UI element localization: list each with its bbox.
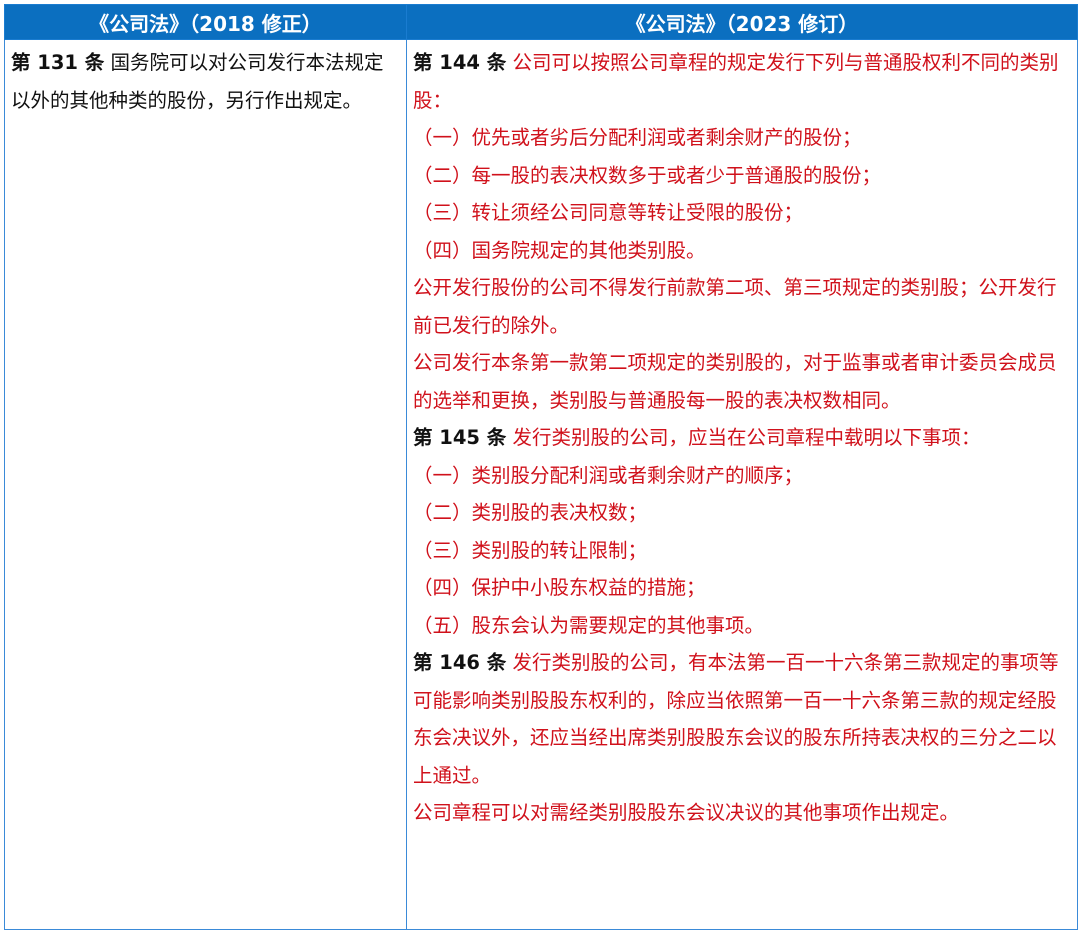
- article-144-item: （二）每一股的表决权数多于或者少于普通股的股份；: [413, 163, 882, 187]
- header-2023: 《公司法》（2023 修订）: [406, 4, 1078, 40]
- article-144-paragraph-2: 公开发行股份的公司不得发行前款第二项、第三项规定的类别股；公开发行前已发行的除外…: [413, 276, 1057, 337]
- header-2018: 《公司法》（2018 修正）: [4, 4, 407, 40]
- comparison-page: 《公司法》（2018 修正） 《公司法》（2023 修订） 第 131 条 国务…: [0, 0, 1080, 934]
- cell-2018: 第 131 条 国务院可以对公司发行本法规定以外的其他种类的股份，另行作出规定。: [4, 39, 407, 930]
- article-145-item: （二）类别股的表决权数；: [413, 501, 648, 524]
- article-145-number: 第 145 条: [413, 426, 507, 449]
- article-144-paragraph-3: 公司发行本条第一款第二项规定的类别股的，对于监事或者审计委员会成员的选举和更换，…: [413, 351, 1057, 412]
- article-146-intro: 发行类别股的公司，有本法第一百一十六条第三款规定的事项等可能影响类别股股东权利的…: [413, 651, 1059, 787]
- article-146-paragraph-2: 公司章程可以对需经类别股股东会议决议的其他事项作出规定。: [413, 801, 960, 824]
- article-145: 第 145 条 发行类别股的公司，应当在公司章程中载明以下事项：: [413, 419, 1071, 457]
- article-145-item: （一）类别股分配利润或者剩余财产的顺序；: [413, 463, 804, 487]
- cell-2023: 第 144 条 公司可以按照公司章程的规定发行下列与普通股权利不同的类别股： （…: [406, 39, 1078, 930]
- article-131: 第 131 条 国务院可以对公司发行本法规定以外的其他种类的股份，另行作出规定。: [11, 44, 400, 119]
- article-145-item: （四）保护中小股东权益的措施；: [413, 576, 706, 599]
- header-row: 《公司法》（2018 修正） 《公司法》（2023 修订）: [4, 4, 1078, 40]
- article-144-item: （三）转让须经公司同意等转让受限的股份；: [413, 201, 804, 224]
- article-131-number: 第 131 条: [11, 51, 105, 74]
- content-row: 第 131 条 国务院可以对公司发行本法规定以外的其他种类的股份，另行作出规定。…: [4, 39, 1078, 930]
- law-comparison-table: 《公司法》（2018 修正） 《公司法》（2023 修订） 第 131 条 国务…: [4, 4, 1078, 930]
- article-144-item: （一）优先或者劣后分配利润或者剩余财产的股份；: [413, 126, 862, 149]
- article-146-number: 第 146 条: [413, 651, 507, 674]
- article-144: 第 144 条 公司可以按照公司章程的规定发行下列与普通股权利不同的类别股：: [413, 44, 1071, 119]
- article-144-number: 第 144 条: [413, 51, 507, 74]
- article-146: 第 146 条 发行类别股的公司，有本法第一百一十六条第三款规定的事项等可能影响…: [413, 644, 1071, 794]
- article-144-intro: 公司可以按照公司章程的规定发行下列与普通股权利不同的类别股：: [413, 51, 1059, 112]
- article-145-intro: 发行类别股的公司，应当在公司章程中载明以下事项：: [506, 426, 981, 449]
- article-144-item: （四）国务院规定的其他类别股。: [413, 238, 706, 262]
- article-145-item: （五）股东会认为需要规定的其他事项。: [413, 613, 765, 637]
- article-145-item: （三）类别股的转让限制；: [413, 538, 648, 562]
